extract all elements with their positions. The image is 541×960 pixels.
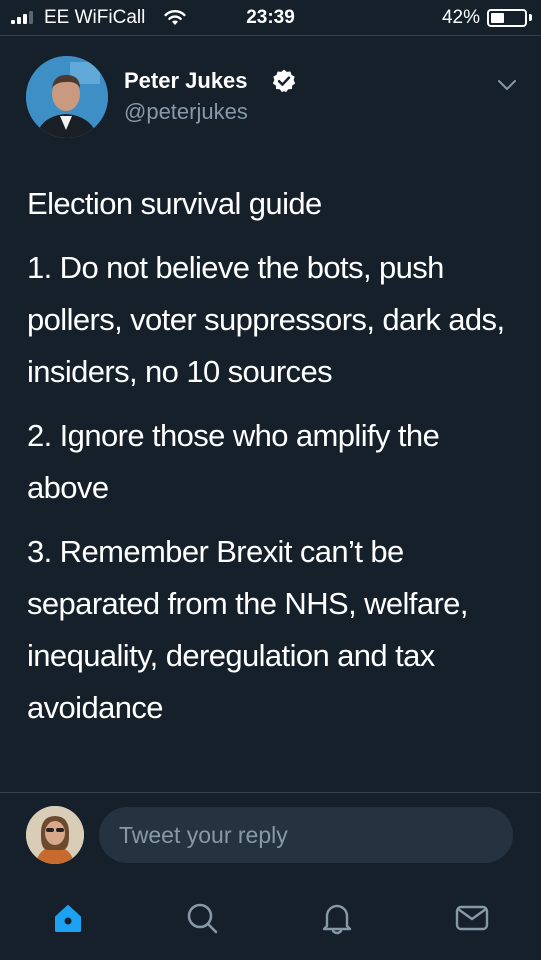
- home-icon: [55, 905, 81, 932]
- author-avatar[interactable]: [26, 56, 108, 138]
- reply-input[interactable]: [99, 807, 513, 863]
- author-handle[interactable]: @peterjukes: [124, 99, 248, 125]
- chevron-down-icon[interactable]: [497, 78, 517, 92]
- nav-messages-button[interactable]: [452, 898, 492, 938]
- tweet-paragraph: 1. Do not believe the bots, push pollers…: [27, 250, 505, 389]
- search-icon: [187, 903, 218, 934]
- user-avatar[interactable]: [26, 806, 84, 864]
- verified-badge-icon: [272, 69, 296, 93]
- battery-cap: [529, 14, 532, 21]
- notifications-icon: [322, 904, 352, 935]
- tweet-text: Election survival guide 1. Do not believ…: [27, 178, 517, 746]
- nav-home-button[interactable]: [48, 898, 88, 938]
- nav-notifications-button[interactable]: [317, 898, 357, 938]
- reply-divider: [0, 792, 541, 793]
- battery-percentage: 42%: [441, 7, 480, 28]
- status-divider: [0, 35, 541, 36]
- tweet-paragraph: Election survival guide: [27, 186, 322, 221]
- battery-fill: [491, 13, 504, 23]
- tweet-detail-screen: EE WiFiCall 23:39 42% Peter Jukes @peter…: [0, 0, 541, 960]
- author-photo: [26, 56, 108, 138]
- status-bar: EE WiFiCall 23:39 42%: [0, 0, 541, 36]
- tweet-paragraph: 3. Remember Brexit can’t be separated fr…: [27, 534, 468, 725]
- nav-search-button[interactable]: [182, 898, 222, 938]
- battery-icon: [487, 9, 527, 27]
- messages-icon: [455, 905, 489, 931]
- author-name[interactable]: Peter Jukes: [124, 68, 248, 94]
- user-photo: [26, 806, 84, 864]
- tweet-paragraph: 2. Ignore those who amplify the above: [27, 418, 440, 505]
